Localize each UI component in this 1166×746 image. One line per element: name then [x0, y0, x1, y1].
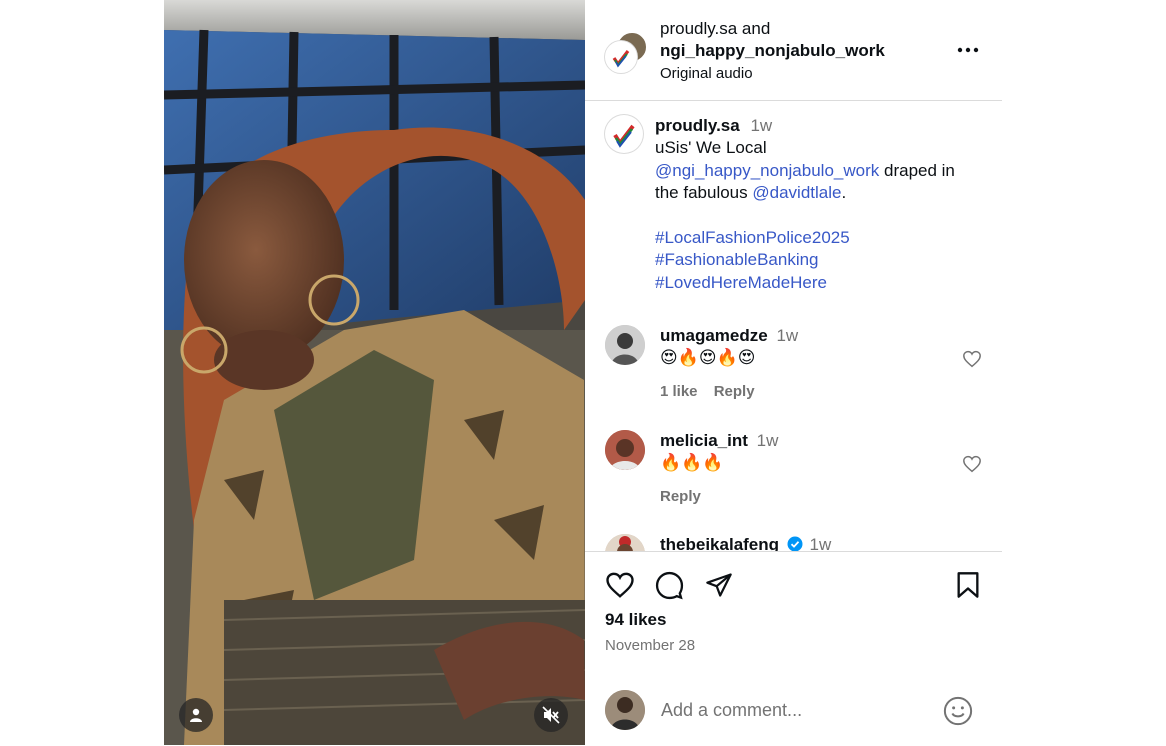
caption-text: the fabulous [655, 183, 748, 202]
avatar-photo [605, 325, 645, 365]
comment-header: umagamedze 1w [660, 326, 798, 346]
comment-time[interactable]: 1w [776, 326, 798, 345]
paper-plane-icon [706, 573, 732, 597]
hashtag-link[interactable]: #LovedHereMadeHere [655, 273, 827, 293]
post-date[interactable]: November 28 [605, 637, 695, 654]
comment-time[interactable]: 1w [757, 431, 779, 450]
caption-line1: uSis' We Local [655, 138, 767, 157]
post-details-panel: proudly.sa and ngi_happy_nonjabulo_work … [585, 0, 1002, 745]
audio-label[interactable]: Original audio [660, 65, 753, 82]
post-media[interactable] [164, 0, 585, 745]
speaker-muted-icon [542, 706, 560, 724]
avatar-photo [605, 430, 645, 470]
reply-button[interactable]: Reply [660, 488, 701, 505]
caption-header: proudly.sa 1w [655, 116, 772, 136]
commenter-avatar[interactable] [605, 325, 645, 365]
share-button[interactable] [705, 571, 733, 604]
comment-text: 🔥🔥🔥 [660, 453, 724, 473]
comment-time[interactable]: 1w [810, 535, 832, 551]
post-authors: proudly.sa and [660, 19, 770, 39]
authors-and: and [741, 19, 771, 38]
verified-badge-icon [787, 536, 803, 551]
coauthor-username[interactable]: ngi_happy_nonjabulo_work [660, 41, 885, 61]
proudly-sa-logo-icon [613, 124, 635, 148]
caption-time[interactable]: 1w [750, 116, 772, 135]
comment-username[interactable]: thebeikalafeng [660, 535, 779, 551]
comment-button[interactable] [655, 571, 684, 605]
more-horizontal-icon [957, 47, 979, 53]
more-options-button[interactable] [957, 40, 979, 60]
hashtag-link[interactable]: #FashionableBanking [655, 250, 819, 270]
commenter-avatar[interactable] [605, 430, 645, 470]
comments-section[interactable]: proudly.sa 1w uSis' We Local @ngi_happy_… [585, 101, 1002, 551]
caption-period: . [841, 183, 847, 202]
comment-username[interactable]: melicia_int [660, 431, 748, 450]
current-user-avatar [605, 690, 645, 730]
caption-avatar[interactable] [605, 115, 643, 153]
emoji-picker-button[interactable] [943, 696, 973, 731]
smiley-face-icon [943, 696, 973, 726]
comment-header: thebeikalafeng 1w [660, 535, 831, 551]
author-username[interactable]: proudly.sa [660, 19, 737, 38]
comment-meta: Reply [660, 488, 701, 505]
likes-count[interactable]: 94 likes [605, 610, 666, 630]
mute-button[interactable] [534, 698, 568, 732]
heart-icon [963, 455, 981, 473]
heart-icon [606, 572, 634, 598]
comment-like-button[interactable] [962, 350, 982, 368]
avatar-photo [605, 690, 645, 730]
reply-button[interactable]: Reply [714, 383, 755, 400]
comment-username[interactable]: umagamedze [660, 326, 768, 345]
speech-bubble-icon [655, 571, 684, 600]
mention-link[interactable]: @davidtlale [752, 183, 841, 202]
heart-icon [963, 350, 981, 368]
comment-meta: 1 like Reply [660, 383, 755, 400]
caption-text: draped in [884, 161, 955, 180]
commenter-avatar[interactable] [605, 534, 645, 551]
save-button[interactable] [955, 571, 981, 604]
comment-like-button[interactable] [962, 455, 982, 473]
comment-text: 😍🔥😍🔥😍 [660, 348, 756, 368]
avatar-photo [605, 534, 645, 551]
collab-avatar-front[interactable] [605, 41, 637, 73]
like-button[interactable] [605, 571, 635, 604]
caption-line2: @ngi_happy_nonjabulo_work draped in [655, 161, 955, 181]
caption-line3: the fabulous @davidtlale. [655, 183, 846, 203]
mention-link[interactable]: @ngi_happy_nonjabulo_work [655, 161, 879, 180]
proudly-sa-logo-icon [612, 50, 630, 68]
caption-username[interactable]: proudly.sa [655, 116, 740, 135]
post-header: proudly.sa and ngi_happy_nonjabulo_work … [585, 0, 1002, 101]
tagged-users-button[interactable] [179, 698, 213, 732]
user-icon [190, 708, 202, 722]
hashtag-link[interactable]: #LocalFashionPolice2025 [655, 228, 850, 248]
post-photo [164, 0, 585, 745]
comment-input[interactable]: Add a comment... [661, 700, 921, 721]
post-actions: 94 likes November 28 Add a comment... [585, 551, 1002, 746]
comment-header: melicia_int 1w [660, 431, 778, 451]
bookmark-icon [957, 572, 979, 598]
comment-likes[interactable]: 1 like [660, 383, 698, 400]
